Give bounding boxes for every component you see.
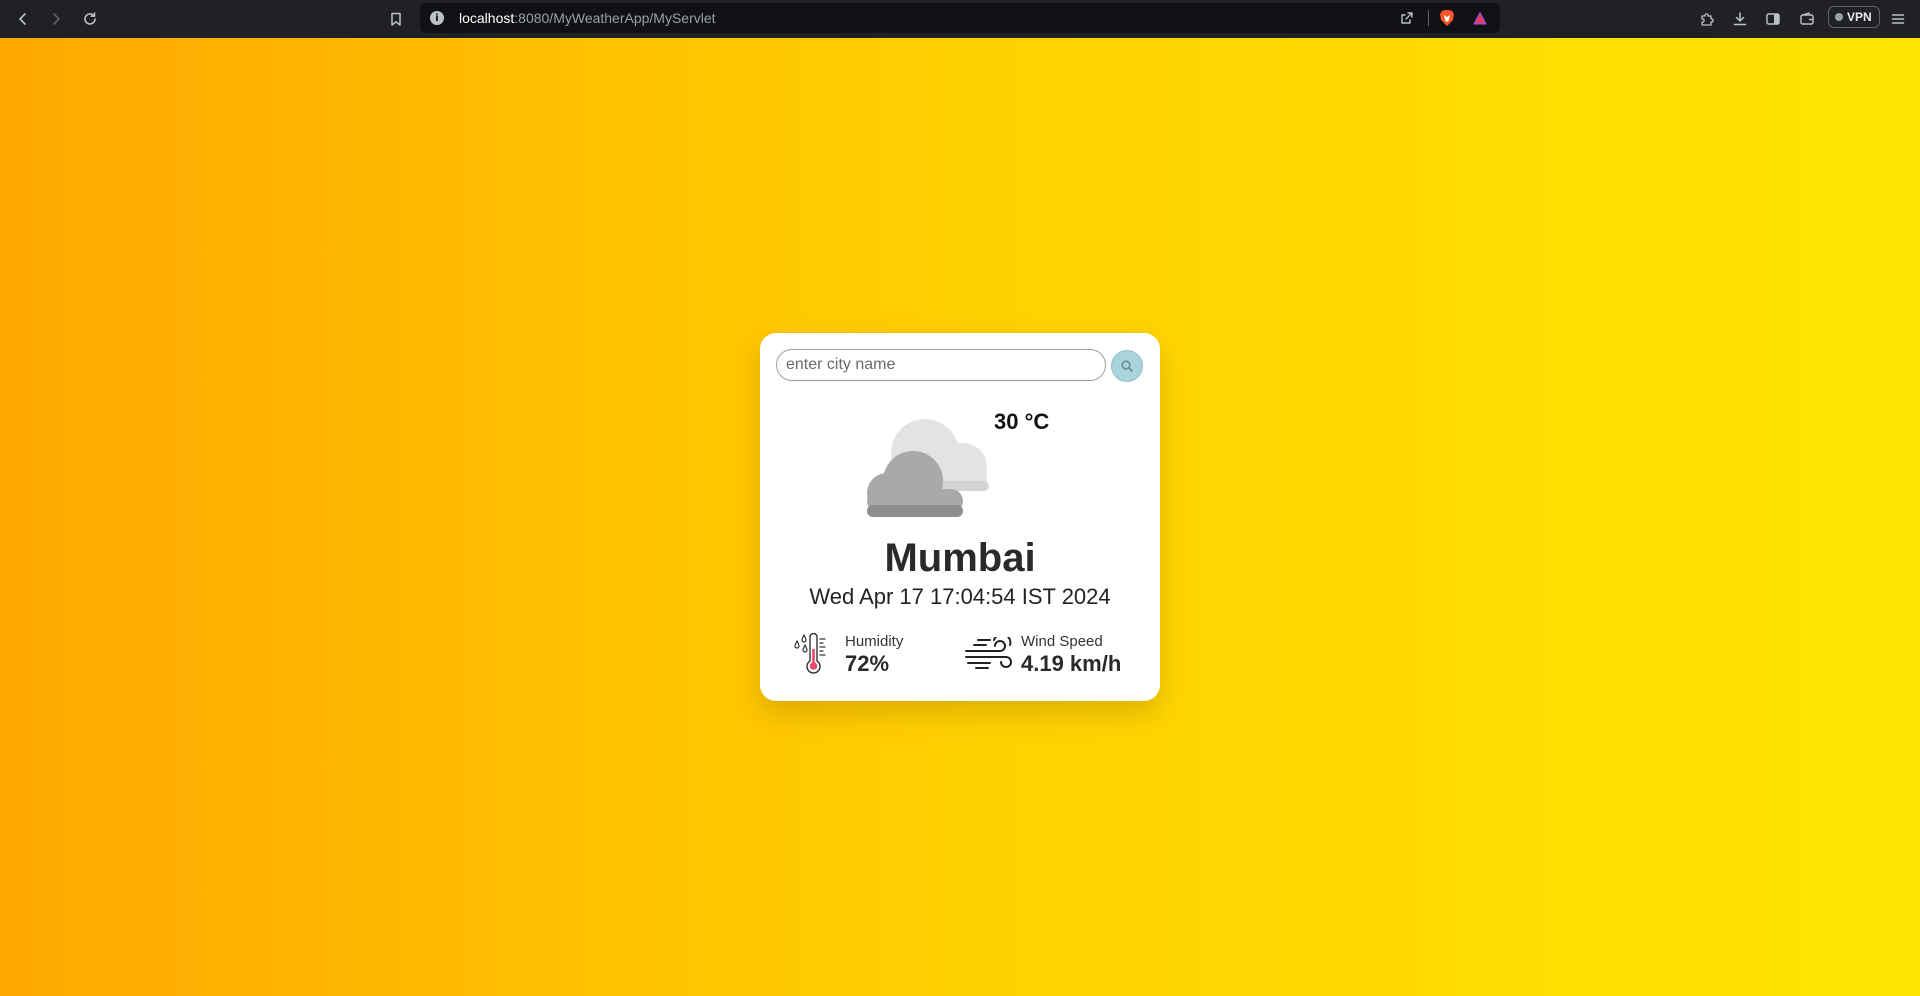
reload-icon xyxy=(84,12,96,25)
site-info-icon[interactable]: i xyxy=(430,11,444,25)
rewards-triangle-icon xyxy=(1473,11,1487,25)
back-button[interactable] xyxy=(9,5,37,33)
brave-lion-icon xyxy=(1440,10,1454,26)
reload-button[interactable] xyxy=(76,5,104,33)
wind-speed-value: 4.19 km/h xyxy=(1021,651,1122,676)
wallet-icon xyxy=(1800,12,1814,25)
thermometer-humidity-icon xyxy=(794,633,826,674)
address-bar[interactable]: i localhost:8080/MyWeatherApp/MyServlet xyxy=(420,3,1500,33)
temperature: 30 °C xyxy=(994,409,1050,434)
bookmark-button[interactable] xyxy=(382,5,410,33)
humidity-label: Humidity xyxy=(845,633,904,650)
city-name: Mumbai xyxy=(884,536,1036,580)
menu-button[interactable] xyxy=(1884,5,1912,33)
vpn-button[interactable]: VPN xyxy=(1828,6,1880,28)
back-arrow-icon xyxy=(19,13,26,25)
url-host: localhost xyxy=(459,10,515,26)
wind-speed-label: Wind Speed xyxy=(1021,633,1103,650)
cloud-icon xyxy=(867,419,989,517)
city-search-input[interactable] xyxy=(776,349,1106,381)
brave-shields-button[interactable] xyxy=(1436,7,1458,29)
search-button[interactable] xyxy=(1111,350,1143,382)
forward-button[interactable] xyxy=(42,5,70,33)
extensions-button[interactable] xyxy=(1693,5,1721,33)
downloads-button[interactable] xyxy=(1726,5,1754,33)
url-text[interactable]: localhost:8080/MyWeatherApp/MyServlet xyxy=(459,3,716,33)
humidity-value: 72% xyxy=(845,651,890,676)
date-time: Wed Apr 17 17:04:54 IST 2024 xyxy=(809,584,1111,609)
hamburger-menu-icon xyxy=(1891,14,1905,24)
download-icon xyxy=(1733,12,1747,26)
sidebar-icon xyxy=(1766,13,1780,25)
wind-icon xyxy=(965,637,1012,669)
share-icon xyxy=(1401,12,1413,24)
wallet-button[interactable] xyxy=(1793,5,1821,33)
brave-rewards-button[interactable] xyxy=(1469,7,1491,29)
search-icon xyxy=(1121,360,1133,372)
weather-card: 30 °C Mumbai Wed Apr 17 17:04:54 IST 202… xyxy=(760,333,1160,701)
address-bar-divider xyxy=(1428,10,1429,26)
vpn-status-icon xyxy=(1835,13,1843,21)
page-background: 30 °C Mumbai Wed Apr 17 17:04:54 IST 202… xyxy=(0,38,1920,996)
browser-toolbar: i localhost:8080/MyWeatherApp/MyServlet … xyxy=(0,0,1920,38)
url-path: :8080/MyWeatherApp/MyServlet xyxy=(514,10,716,26)
sidebar-button[interactable] xyxy=(1759,5,1787,33)
share-button[interactable] xyxy=(1396,7,1418,29)
puzzle-icon xyxy=(1701,13,1714,26)
forward-arrow-icon xyxy=(53,13,60,25)
bookmark-icon xyxy=(391,12,401,26)
vpn-label: VPN xyxy=(1847,10,1872,24)
